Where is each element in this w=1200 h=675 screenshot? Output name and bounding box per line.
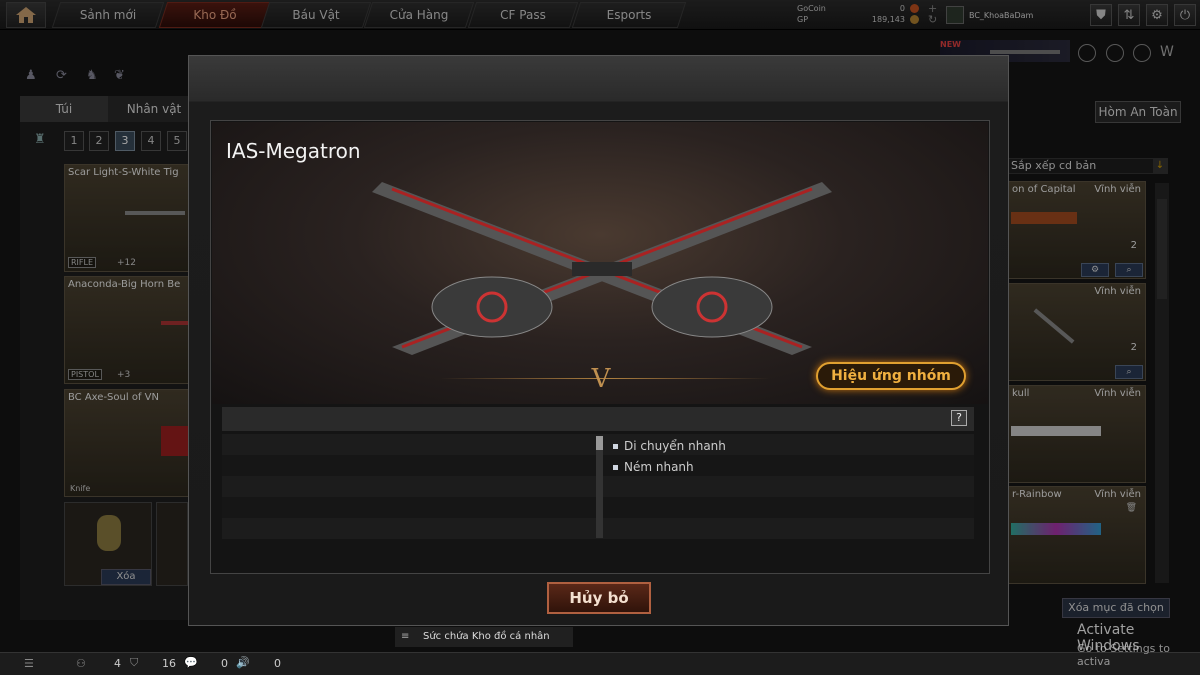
item-title: IAS-Megatron <box>226 139 361 163</box>
v-emblem-icon: V <box>591 364 611 394</box>
list-icon[interactable]: ☰ <box>24 657 34 670</box>
group-effect-button[interactable]: Hiệu ứng nhóm <box>816 362 966 390</box>
storage-capacity[interactable]: ≡ Sức chứa Kho đồ cá nhân <box>395 627 573 647</box>
weapon-image <box>372 182 832 355</box>
binoculars-icon: ⚇ <box>76 657 86 670</box>
shield-small-icon: ⛉ <box>130 656 139 669</box>
activate-windows-subtitle: Go to Settings to activa <box>1077 642 1170 668</box>
cancel-button[interactable]: Hủy bỏ <box>547 582 651 614</box>
effects-scrollbar[interactable] <box>596 436 603 538</box>
scroll-thumb[interactable] <box>596 436 603 450</box>
effect-item: Ném nhanh <box>613 460 694 474</box>
volume-icon[interactable]: 🔊 <box>236 656 250 669</box>
stat-count: 4 <box>114 657 121 670</box>
bottom-status-bar: ☰ ⚇ 4 ⛉ 16 💬 0 🔊 0 <box>0 652 1200 675</box>
chat-icon[interactable]: 💬 <box>184 656 198 669</box>
stat-count: 16 <box>162 657 176 670</box>
help-icon[interactable]: ? <box>951 410 967 426</box>
effect-item: Di chuyển nhanh <box>613 439 726 453</box>
stat-count: 0 <box>221 657 228 670</box>
stats-header <box>222 407 974 431</box>
stat-count: 0 <box>274 657 281 670</box>
layers-icon: ≡ <box>401 631 410 642</box>
storage-label: Sức chứa Kho đồ cá nhân <box>423 631 550 642</box>
